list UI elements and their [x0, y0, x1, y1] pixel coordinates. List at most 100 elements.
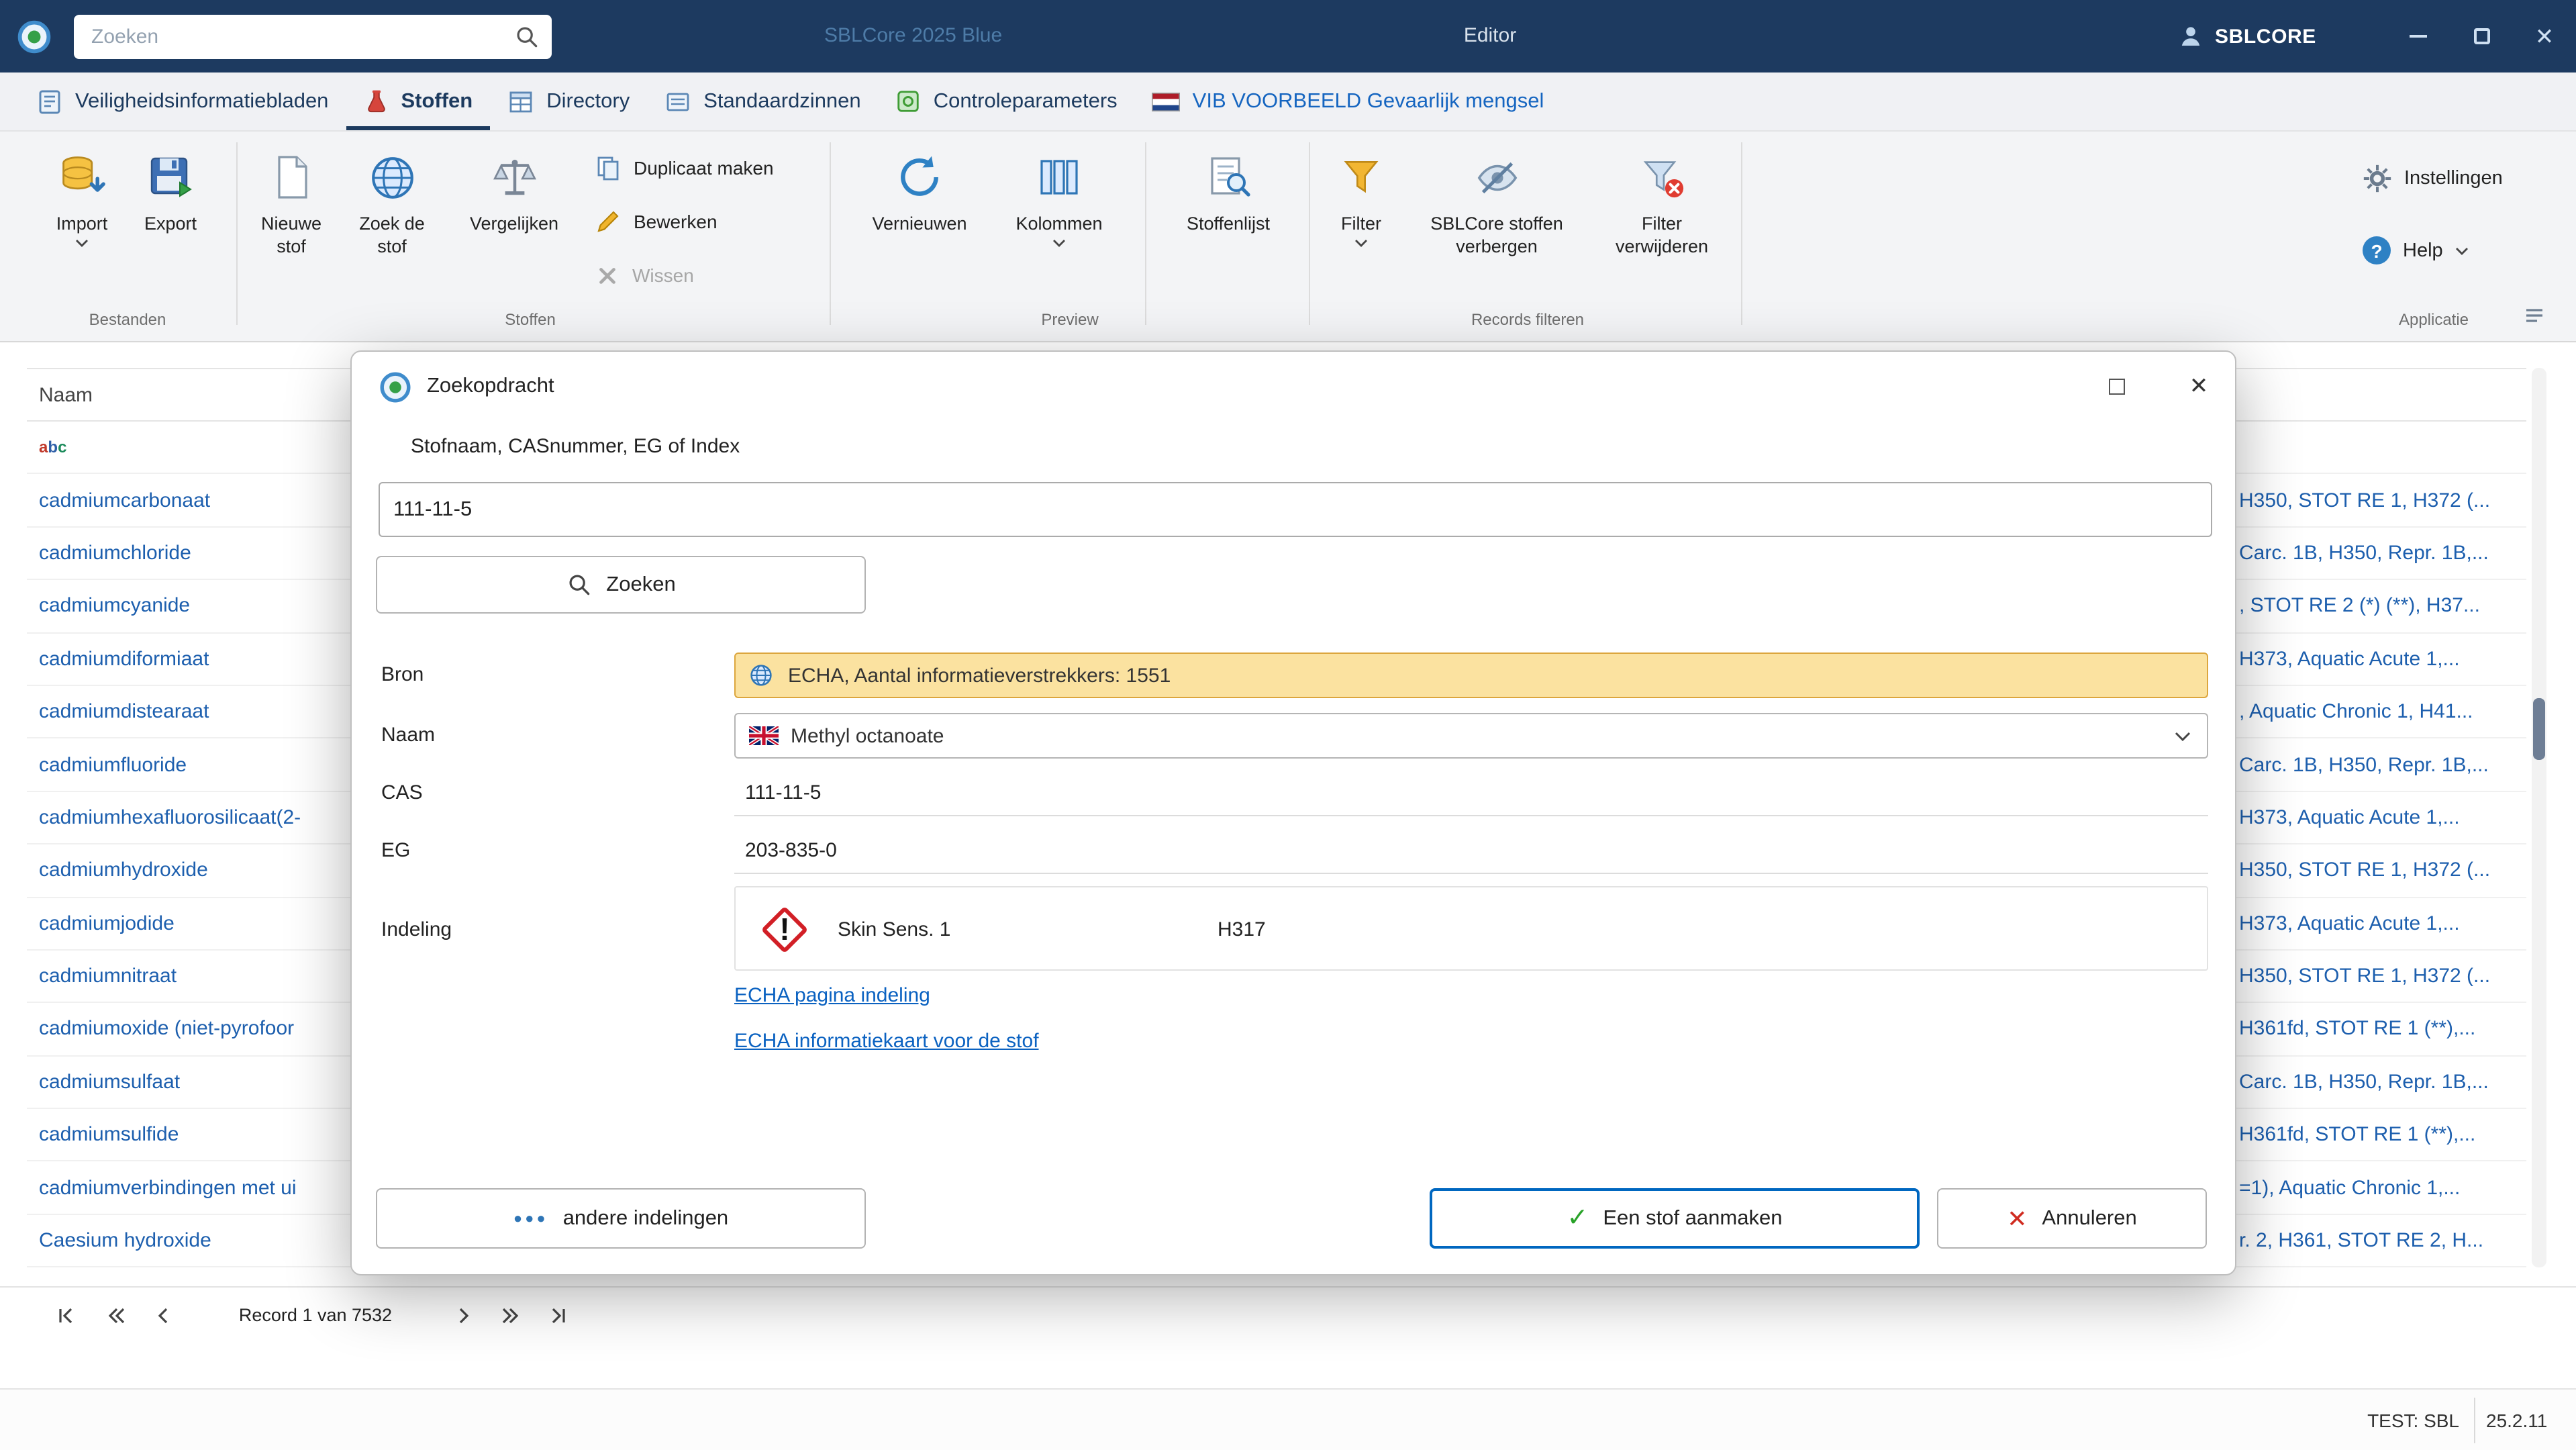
chevron-down-icon[interactable] — [2175, 732, 2191, 741]
fast-backward-button[interactable] — [97, 1297, 134, 1335]
scrollbar-thumb[interactable] — [2533, 698, 2545, 760]
cas-field[interactable]: 111-11-5 — [734, 771, 2208, 816]
button-label: andere indelingen — [562, 1206, 729, 1229]
nieuwe-stof-button[interactable]: Nieuwe stof — [252, 148, 330, 258]
substance-name[interactable]: cadmiumnitraat — [39, 965, 177, 987]
search-icon[interactable] — [514, 23, 540, 49]
annuleren-button[interactable]: ✕ Annuleren — [1937, 1188, 2207, 1249]
bewerken-button[interactable]: Bewerken — [595, 201, 717, 242]
export-button[interactable]: Export — [130, 148, 211, 235]
substance-name[interactable]: cadmiumcyanide — [39, 595, 190, 618]
stoffenlijst-button[interactable]: Stoffenlijst — [1168, 148, 1289, 235]
kolommen-button[interactable]: Kolommen — [1005, 148, 1113, 247]
group-label-stoffen: Stoffen — [505, 310, 556, 329]
chevron-down-icon — [1354, 239, 1368, 247]
echa-indeling-link[interactable]: ECHA pagina indeling — [734, 984, 930, 1007]
duplicaat-maken-button[interactable]: Duplicaat maken — [595, 148, 774, 188]
statusbar: TEST: SBL 25.2.11 — [0, 1388, 2576, 1450]
previous-record-button[interactable] — [145, 1297, 183, 1335]
dialog-logo-icon — [379, 371, 412, 404]
tab-stoffen[interactable]: Stoffen — [346, 72, 490, 130]
tab-standaardzinnen[interactable]: Standaardzinnen — [647, 72, 878, 130]
dialog-maximize-button[interactable] — [2093, 362, 2141, 411]
substance-name[interactable]: cadmiumdistearaat — [39, 700, 209, 723]
global-search-input[interactable] — [74, 14, 490, 58]
first-record-button[interactable] — [47, 1297, 85, 1335]
button-label: Kolommen — [1015, 213, 1103, 234]
window-controls: ✕ — [2387, 0, 2576, 72]
tab-vib-voorbeeld-document[interactable]: VIB VOORBEELD Gevaarlijk mengsel — [1135, 72, 1562, 130]
substance-classification: Carc. 1B, H350, Repr. 1B,... — [2239, 753, 2489, 777]
red-x-icon: ✕ — [2007, 1205, 2028, 1232]
eye-slash-icon — [1473, 148, 1520, 207]
filter-verwijderen-button[interactable]: Filter verwijderen — [1597, 148, 1726, 258]
ribbon-group-divider — [830, 142, 831, 325]
bron-field[interactable]: ECHA, Aantal informatieverstrekkers: 155… — [734, 652, 2208, 698]
tab-directory[interactable]: Directory — [490, 72, 647, 130]
version-label: 25.2.11 — [2486, 1410, 2548, 1431]
dialog-search-button[interactable]: Zoeken — [376, 556, 866, 614]
substance-name[interactable]: Caesium hydroxide — [39, 1229, 211, 1252]
fast-forward-button[interactable] — [493, 1297, 530, 1335]
globe-icon — [367, 148, 417, 207]
substance-classification: H361fd, STOT RE 1 (**),... — [2239, 1017, 2476, 1041]
een-stof-aanmaken-button[interactable]: ✓ Een stof aanmaken — [1430, 1188, 1920, 1249]
naam-label: Naam — [381, 724, 436, 746]
import-button[interactable]: Import — [40, 148, 123, 247]
zoek-de-stof-button[interactable]: Zoek de stof — [350, 148, 434, 258]
sblcore-stoffen-verbergen-button[interactable]: SBLCore stoffen verbergen — [1414, 148, 1580, 258]
indeling-box: ! Skin Sens. 1 H317 — [734, 886, 2208, 971]
next-record-button[interactable] — [444, 1297, 482, 1335]
dialog-close-button[interactable]: ✕ — [2175, 362, 2223, 411]
tab-label: Standaardzinnen — [703, 89, 861, 112]
wissen-button[interactable]: Wissen — [595, 255, 694, 295]
vernieuwen-button[interactable]: Vernieuwen — [858, 148, 981, 235]
substance-classification: Carc. 1B, H350, Repr. 1B,... — [2239, 541, 2489, 565]
button-label: Annuleren — [2042, 1206, 2137, 1229]
button-label: Help — [2403, 240, 2443, 261]
substance-name[interactable]: cadmiumoxide (niet-pyrofoor — [39, 1018, 294, 1041]
tab-controleparameters[interactable]: Controleparameters — [879, 72, 1135, 130]
echa-infokaart-link[interactable]: ECHA informatiekaart voor de stof — [734, 1030, 1039, 1053]
substance-name[interactable]: cadmiumcarbonaat — [39, 489, 210, 512]
close-button[interactable]: ✕ — [2513, 0, 2576, 72]
group-label-records-filteren: Records filteren — [1471, 310, 1585, 329]
tab-veiligheidsinformatiebladen[interactable]: Veiligheidsinformatiebladen — [19, 72, 346, 130]
instellingen-button[interactable]: Instellingen — [2363, 164, 2503, 193]
filter-button[interactable]: Filter — [1326, 148, 1396, 247]
user-menu[interactable]: SBLCORE — [2177, 0, 2316, 72]
globe-icon — [749, 663, 773, 687]
chevron-down-icon — [2455, 246, 2469, 254]
andere-indelingen-button[interactable]: ●●● andere indelingen — [376, 1188, 866, 1249]
substance-name[interactable]: cadmiumsulfaat — [39, 1071, 180, 1094]
global-search-box[interactable] — [74, 14, 552, 58]
button-label: Export — [144, 213, 197, 234]
substance-name[interactable]: cadmiumhexafluorosilicaat(2- — [39, 806, 301, 829]
naam-dropdown[interactable]: Methyl octanoate — [734, 713, 2208, 759]
eg-field[interactable]: 203-835-0 — [734, 828, 2208, 874]
nl-flag-icon — [1152, 92, 1181, 111]
last-record-button[interactable] — [540, 1297, 577, 1335]
ribbon-options-icon[interactable] — [2525, 307, 2544, 324]
substance-name[interactable]: cadmiumfluoride — [39, 753, 187, 776]
substance-classification: H350, STOT RE 1, H372 (... — [2239, 859, 2491, 882]
help-button[interactable]: ? Help — [2363, 236, 2469, 264]
button-label: Import — [56, 213, 108, 234]
substance-name[interactable]: cadmiumhydroxide — [39, 859, 208, 882]
substance-name[interactable]: cadmiumjodide — [39, 912, 175, 934]
record-count-label: Record 1 van 7532 — [238, 1305, 393, 1325]
button-label: Wissen — [632, 264, 694, 286]
vertical-scrollbar[interactable] — [2532, 368, 2546, 1267]
substance-name[interactable]: cadmiumchloride — [39, 542, 191, 565]
substance-name[interactable]: cadmiumverbindingen met ui — [39, 1176, 297, 1199]
substance-name[interactable]: cadmiumsulfide — [39, 1124, 179, 1147]
document-icon — [36, 88, 63, 115]
query-input[interactable] — [379, 482, 2212, 537]
chevron-down-icon — [75, 239, 89, 247]
vergelijken-button[interactable]: Vergelijken — [452, 148, 576, 235]
minimize-button[interactable] — [2387, 0, 2450, 72]
substance-name[interactable]: cadmiumdiformiaat — [39, 648, 209, 671]
control-parameter-icon — [896, 89, 922, 114]
dialog-title: Zoekopdracht — [427, 375, 554, 397]
maximize-button[interactable] — [2450, 0, 2513, 72]
